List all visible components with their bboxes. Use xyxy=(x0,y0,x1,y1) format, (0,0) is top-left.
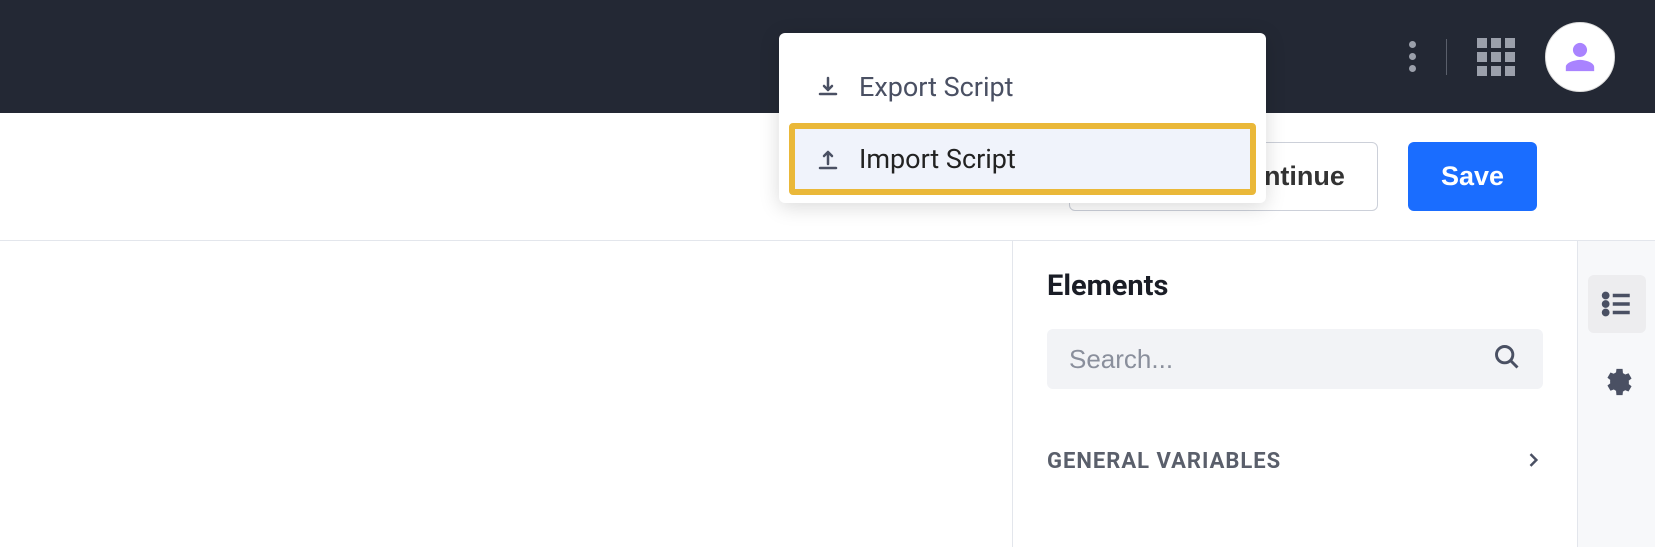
upload-icon xyxy=(815,146,841,172)
canvas-area[interactable] xyxy=(0,241,1012,547)
user-icon xyxy=(1563,40,1597,74)
chevron-right-icon xyxy=(1523,450,1543,474)
elements-title: Elements xyxy=(1047,269,1543,303)
script-dropdown: Export Script Import Script xyxy=(779,33,1266,203)
download-icon xyxy=(815,74,841,100)
search-icon xyxy=(1493,343,1521,375)
more-menu-button[interactable] xyxy=(1409,41,1416,72)
apps-button[interactable] xyxy=(1477,38,1515,76)
import-script-item[interactable]: Import Script xyxy=(789,123,1256,195)
gear-icon xyxy=(1602,367,1632,397)
avatar[interactable] xyxy=(1545,22,1615,92)
apps-grid-icon xyxy=(1477,38,1515,76)
general-variables-label: GENERAL VARIABLES xyxy=(1047,449,1281,474)
list-icon xyxy=(1600,287,1634,321)
main-area: Elements GENERAL VARIABLES xyxy=(0,241,1655,547)
settings-tab-button[interactable] xyxy=(1588,353,1646,411)
right-rail xyxy=(1577,241,1655,547)
elements-panel: Elements GENERAL VARIABLES xyxy=(1012,241,1577,547)
export-script-item[interactable]: Export Script xyxy=(789,51,1256,123)
save-button[interactable]: Save xyxy=(1408,142,1537,211)
export-script-label: Export Script xyxy=(859,71,1014,103)
search-box[interactable] xyxy=(1047,329,1543,389)
elements-tab-button[interactable] xyxy=(1588,275,1646,333)
search-input[interactable] xyxy=(1069,344,1493,375)
import-script-label: Import Script xyxy=(859,143,1016,175)
general-variables-section[interactable]: GENERAL VARIABLES xyxy=(1047,449,1543,474)
header-divider xyxy=(1446,39,1447,75)
kebab-icon xyxy=(1409,41,1416,72)
